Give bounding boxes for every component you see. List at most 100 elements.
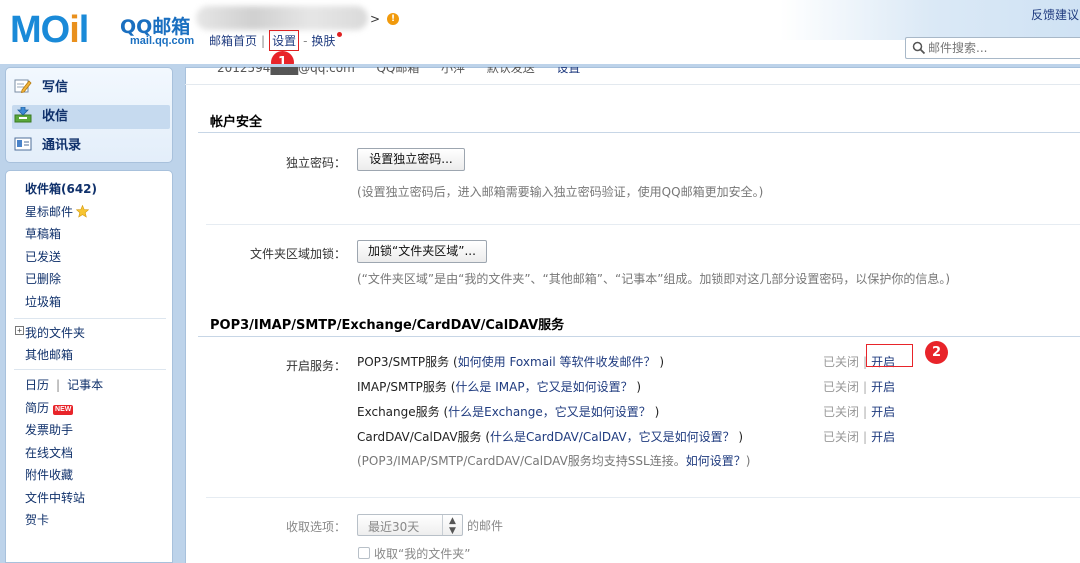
- nav-skin-link[interactable]: 换肤: [311, 32, 335, 49]
- select-arrows-icon: ▲ ▼: [442, 515, 462, 536]
- folder-trash[interactable]: 垃圾箱: [25, 293, 61, 310]
- write-label: 写信: [42, 80, 69, 95]
- account-arrow[interactable]: >: [370, 12, 380, 26]
- receive-my-folders-checkbox[interactable]: [358, 547, 370, 559]
- service-close-paren: ): [734, 430, 744, 444]
- inbox-receive-button[interactable]: 收信: [12, 105, 170, 129]
- status-closed: 已关闭: [823, 380, 860, 394]
- warning-icon[interactable]: !: [387, 13, 399, 25]
- nav-separator: |: [261, 34, 266, 48]
- tab-nickname[interactable]: 小萍: [441, 67, 465, 75]
- notes-link[interactable]: 记事本: [67, 378, 103, 392]
- independent-password-hint: (设置独立密码后，进入邮箱需要输入独立密码验证，使用QQ邮箱更加安全。): [357, 185, 764, 199]
- folder-starred-label: 星标邮件: [25, 205, 74, 219]
- online-docs-link[interactable]: 在线文档: [25, 444, 73, 461]
- new-badge: NEW: [53, 405, 74, 415]
- invoice-assistant-link[interactable]: 发票助手: [25, 421, 73, 438]
- enable-imap-link[interactable]: 开启: [871, 380, 895, 394]
- search-box[interactable]: [905, 37, 1080, 59]
- ssl-note-suffix: ): [745, 454, 751, 468]
- service-row-exchange: Exchange服务 (什么是Exchange，它又是如何设置？ ): [357, 403, 659, 420]
- calendar-separator: |: [56, 378, 61, 392]
- resume-label: 简历: [25, 401, 50, 415]
- service-name: CardDAV/CalDAV服务 (: [357, 430, 491, 444]
- service-help-link[interactable]: 如何使用 Foxmail 等软件收发邮件？: [458, 355, 656, 369]
- account-name-blurred: [196, 6, 368, 30]
- section-divider: [198, 132, 1080, 133]
- greeting-cards-link[interactable]: 贺卡: [25, 511, 49, 528]
- service-close-paren: ): [632, 380, 642, 394]
- service-row-imap: IMAP/SMTP服务 (什么是 IMAP，它又是如何设置？ ): [357, 378, 641, 395]
- inbox-label: 收信: [42, 109, 69, 124]
- skin-new-dot: [337, 32, 343, 37]
- logo-url: mail.qq.com: [130, 35, 195, 47]
- folder-drafts[interactable]: 草稿箱: [25, 225, 61, 242]
- ssl-note: (POP3/IMAP/SMTP/CardDAV/CalDAV服务均支持SSL连接…: [357, 452, 750, 469]
- contacts-card-icon: [14, 137, 32, 151]
- logo-mail-word: MOil: [10, 9, 89, 51]
- service-status-imap: 已关闭 | 开启: [823, 378, 895, 395]
- service-help-link[interactable]: 什么是 IMAP，它又是如何设置？: [455, 380, 632, 394]
- receive-range-select[interactable]: 最近30天 ▲ ▼: [357, 514, 463, 536]
- qq-mail-logo[interactable]: MOil QQ邮箱 mail.qq.com: [10, 10, 200, 50]
- service-status-exchange: 已关闭 | 开启: [823, 403, 895, 420]
- resume-link[interactable]: 简历 NEW: [25, 399, 74, 416]
- tab-brand[interactable]: QQ邮箱: [376, 67, 419, 75]
- row-divider: [206, 224, 1080, 225]
- tab-account-address[interactable]: 2012594███@qq.com: [217, 67, 355, 75]
- service-row-carddav: CardDAV/CalDAV服务 (什么是CardDAV/CalDAV，它又是如…: [357, 428, 743, 445]
- folder-starred[interactable]: 星标邮件: [25, 203, 90, 220]
- status-closed: 已关闭: [823, 430, 860, 444]
- service-help-link[interactable]: 什么是Exchange，它又是如何设置？: [448, 405, 651, 419]
- pencil-icon: [14, 79, 32, 94]
- enable-service-label: 开启服务：: [285, 359, 346, 373]
- folder-divider: [14, 369, 166, 370]
- nav-settings-link[interactable]: 设置: [269, 30, 300, 51]
- search-input[interactable]: [928, 40, 1078, 56]
- logo-o-letter: O: [40, 9, 71, 51]
- folder-panel: 收件箱(642) 星标邮件 草稿箱 已发送 已删除 垃圾箱 + 我的文件夹 其他…: [5, 170, 173, 563]
- folder-lock-hint: (“文件夹区域”是由“我的文件夹”、“其他邮箱”、“记事本”组成。加锁即对这几部…: [357, 272, 951, 286]
- set-independent-password-button[interactable]: 设置独立密码...: [357, 148, 465, 171]
- expand-tree-icon[interactable]: +: [15, 326, 24, 335]
- folder-my-folders[interactable]: 我的文件夹: [25, 324, 85, 341]
- enable-exchange-link[interactable]: 开启: [871, 405, 895, 419]
- calendar-notes-row: 日历 | 记事本: [25, 376, 103, 393]
- header: MOil QQ邮箱 mail.qq.com > ! 邮箱首页 | 设置 - 换肤 反馈建…: [0, 0, 1080, 64]
- status-separator: |: [863, 380, 868, 394]
- main-actions-panel: 写信 收信 通讯录: [5, 67, 173, 163]
- receive-my-folders-label: 收取“我的文件夹”: [374, 547, 471, 561]
- nav-dash: -: [303, 34, 308, 48]
- status-closed: 已关闭: [823, 405, 860, 419]
- top-nav: 邮箱首页 | 设置 - 换肤: [209, 30, 343, 51]
- enable-carddav-link[interactable]: 开启: [871, 430, 895, 444]
- service-name: IMAP/SMTP服务 (: [357, 380, 456, 394]
- folder-deleted[interactable]: 已删除: [25, 270, 61, 287]
- attachments-link[interactable]: 附件收藏: [25, 466, 73, 483]
- service-status-carddav: 已关闭 | 开启: [823, 428, 895, 445]
- section-divider: [198, 336, 1080, 337]
- tab-default-sender[interactable]: 默认发送: [487, 67, 535, 75]
- independent-password-label: 独立密码：: [285, 156, 346, 170]
- receive-suffix: 的邮件: [467, 519, 504, 533]
- tab-settings-link[interactable]: 设置: [556, 67, 580, 75]
- calendar-link[interactable]: 日历: [25, 378, 49, 392]
- folder-inbox[interactable]: 收件箱(642): [25, 180, 97, 197]
- write-button[interactable]: 写信: [14, 76, 164, 100]
- nav-home-link[interactable]: 邮箱首页: [209, 32, 257, 49]
- highlight-enable-box: [866, 344, 913, 367]
- account-security-title: 帐户安全: [210, 115, 263, 130]
- search-icon: [912, 41, 926, 55]
- service-name: Exchange服务 (: [357, 405, 449, 419]
- service-help-link[interactable]: 什么是CardDAV/CalDAV，它又是如何设置？: [490, 430, 735, 444]
- ssl-howto-link[interactable]: 如何设置？: [686, 454, 746, 468]
- service-name: POP3/SMTP服务 (: [357, 355, 458, 369]
- folder-lock-label: 文件夹区域加锁：: [249, 247, 346, 261]
- contacts-label: 通讯录: [42, 138, 82, 153]
- file-transfer-link[interactable]: 文件中转站: [25, 489, 85, 506]
- feedback-link[interactable]: 反馈建议: [1031, 6, 1079, 23]
- folder-other-mailboxes[interactable]: 其他邮箱: [25, 346, 73, 363]
- folder-sent[interactable]: 已发送: [25, 248, 61, 265]
- folder-lock-button[interactable]: 加锁“文件夹区域”...: [357, 240, 487, 263]
- contacts-button[interactable]: 通讯录: [14, 134, 164, 158]
